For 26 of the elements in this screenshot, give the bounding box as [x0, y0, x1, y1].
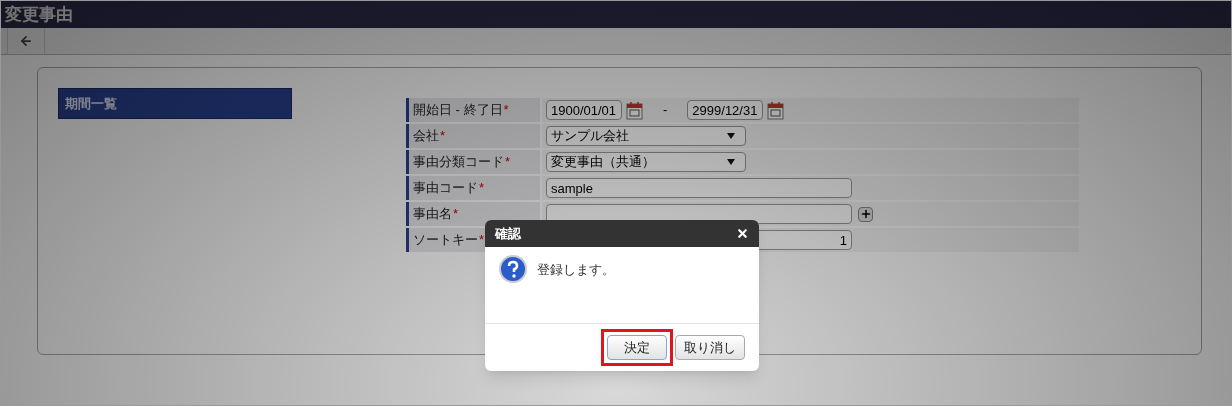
add-button[interactable]	[858, 206, 873, 222]
field-label: 会社*	[406, 124, 540, 148]
calendar-icon[interactable]	[767, 100, 785, 120]
caret-icon	[727, 159, 735, 165]
select-field[interactable]: サンプル会社	[546, 126, 746, 146]
field-label: 開始日 - 終了日*	[406, 98, 540, 122]
field-label: 事由分類コード*	[406, 150, 540, 174]
back-icon	[19, 34, 33, 48]
date-field[interactable]: 2999/12/31	[687, 100, 764, 120]
calendar-icon[interactable]	[626, 100, 643, 120]
select-field[interactable]: 変更事由（共通）	[546, 152, 746, 172]
plus-icon	[859, 208, 872, 220]
range-separator: -	[663, 101, 668, 120]
date-field[interactable]: 1900/01/01	[546, 100, 622, 120]
dialog-button[interactable]: 取り消し	[675, 335, 745, 361]
sidebar-item[interactable]: 期間一覧	[58, 88, 292, 119]
close-icon[interactable]	[736, 227, 749, 240]
page-title: 変更事由	[5, 3, 73, 26]
question-icon	[499, 255, 527, 283]
dialog-button[interactable]: 決定	[607, 335, 667, 361]
field-label: 事由コード*	[406, 176, 540, 200]
back-button[interactable]	[7, 28, 45, 54]
field-label: 事由名*	[406, 202, 540, 226]
text-field[interactable]: sample	[546, 178, 852, 198]
caret-icon	[727, 133, 735, 139]
dialog-message: 登録します。	[537, 261, 615, 279]
